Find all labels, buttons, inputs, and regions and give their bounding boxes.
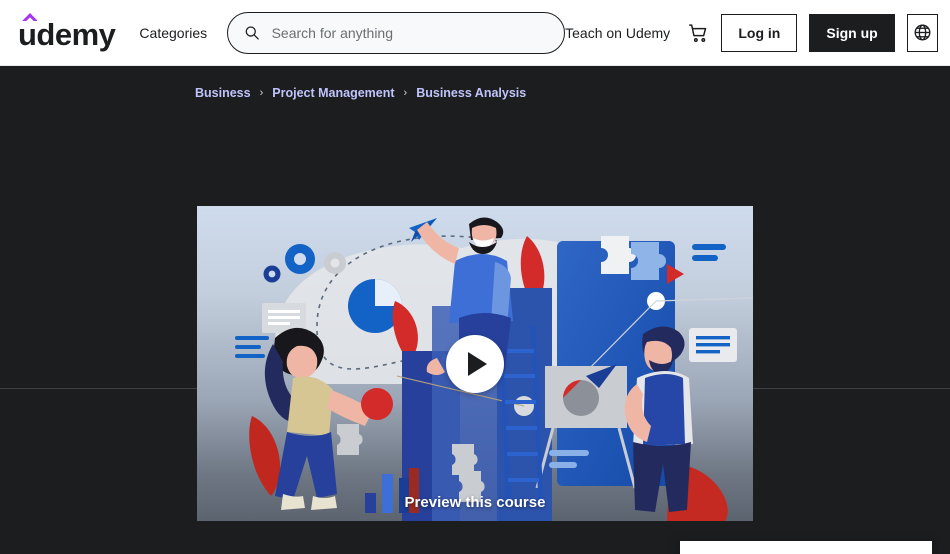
breadcrumb-item-business-analysis[interactable]: Business Analysis xyxy=(416,86,526,100)
course-preview-video[interactable]: Preview this course xyxy=(197,206,753,521)
breadcrumb-item-project-management[interactable]: Project Management xyxy=(272,86,394,100)
language-selector-button[interactable] xyxy=(906,13,938,52)
signup-button[interactable]: Sign up xyxy=(809,13,895,52)
play-button[interactable] xyxy=(446,334,504,393)
breadcrumb-item-business[interactable]: Business xyxy=(195,86,251,100)
course-purchase-card[interactable] xyxy=(680,541,932,554)
globe-icon xyxy=(914,24,931,41)
logo-accent-icon xyxy=(21,12,37,21)
shopping-cart-icon[interactable] xyxy=(688,19,709,47)
login-button[interactable]: Log in xyxy=(721,13,798,52)
breadcrumb: Business › Project Management › Business… xyxy=(0,66,950,100)
teach-on-udemy-link[interactable]: Teach on Udemy xyxy=(565,25,670,41)
logo-text: udemy xyxy=(18,17,116,52)
categories-nav-item[interactable]: Categories xyxy=(139,25,207,41)
breadcrumb-separator-icon: › xyxy=(403,87,408,99)
search-icon xyxy=(245,26,259,40)
search-input[interactable] xyxy=(271,24,549,41)
search-bar[interactable] xyxy=(227,11,566,54)
preview-course-label: Preview this course xyxy=(404,494,546,511)
udemy-logo[interactable]: udemy xyxy=(18,12,116,52)
play-icon xyxy=(468,351,487,376)
site-header: udemy Categories Teach on Udemy Log in S… xyxy=(0,0,950,66)
course-hero-section: Business › Project Management › Business… xyxy=(0,66,950,554)
breadcrumb-separator-icon: › xyxy=(259,87,264,99)
